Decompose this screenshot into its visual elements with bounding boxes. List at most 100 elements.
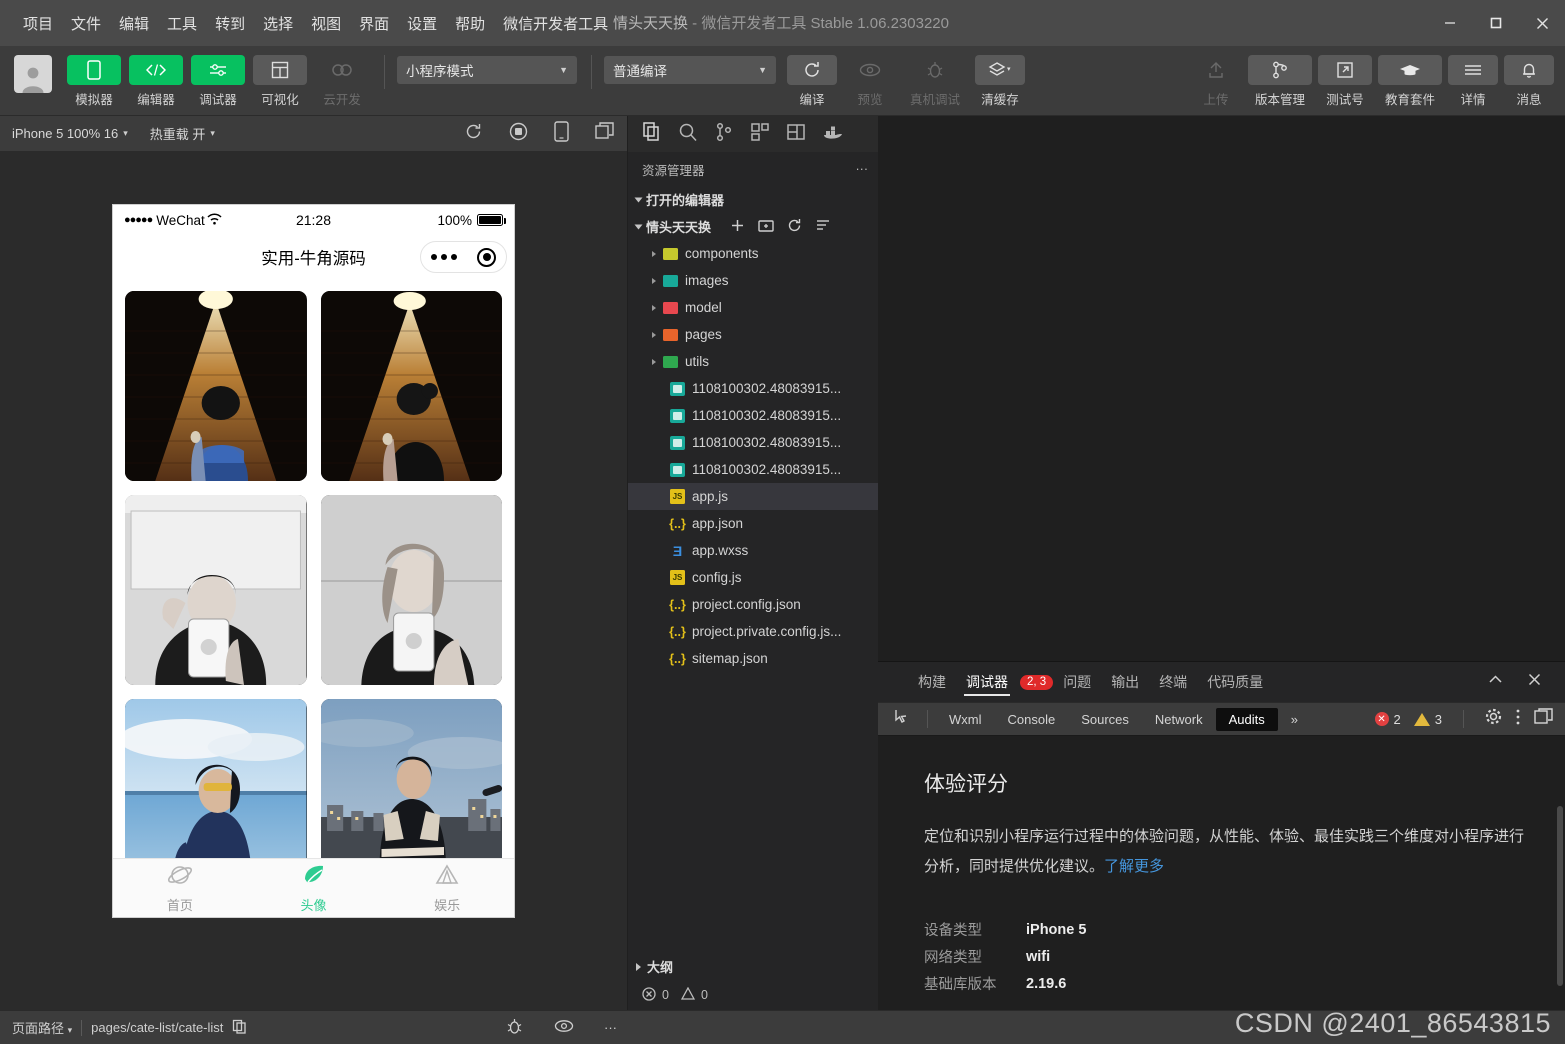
menu-item-goto[interactable]: 转到 [206, 8, 254, 39]
new-file-icon[interactable] [730, 218, 745, 236]
close-button[interactable] [1519, 0, 1565, 46]
section-open-editors[interactable]: 打开的编辑器 [628, 186, 878, 213]
toolbar-button-remote-debug[interactable]: 真机调试 [902, 55, 968, 108]
dock-side-icon[interactable] [1534, 708, 1553, 730]
avatar-card[interactable] [125, 291, 307, 481]
status-more-icon[interactable]: ··· [604, 1020, 617, 1035]
tree-file-app-js[interactable]: JS app.js [628, 483, 878, 510]
eye-status-icon[interactable] [554, 1019, 574, 1036]
toolbar-button-editor[interactable]: 编辑器 [128, 55, 184, 108]
panel-tab-terminal[interactable]: 终端 [1149, 662, 1197, 702]
new-folder-icon[interactable] [758, 218, 774, 236]
minimize-button[interactable] [1427, 0, 1473, 46]
avatar[interactable] [14, 55, 52, 93]
panel-tab-build[interactable]: 构建 [908, 662, 956, 702]
menu-item-help[interactable]: 帮助 [446, 8, 494, 39]
hotreload-select[interactable]: 热重载 开 ▾ [150, 124, 215, 143]
bug-status-icon[interactable] [505, 1017, 524, 1039]
tree-file[interactable]: {..} sitemap.json [628, 645, 878, 672]
menu-item-settings[interactable]: 设置 [398, 8, 446, 39]
menu-item-project[interactable]: 项目 [14, 8, 62, 39]
docker-icon[interactable] [822, 123, 844, 146]
tree-file[interactable]: {..} app.json [628, 510, 878, 537]
toolbar-button-compile[interactable]: 编译 [786, 55, 838, 108]
tree-folder[interactable]: images [628, 267, 878, 294]
panel-tab-output[interactable]: 输出 [1101, 662, 1149, 702]
tree-file[interactable]: 1108100302.48083915... [628, 429, 878, 456]
files-icon[interactable] [642, 121, 662, 147]
devtools-tab-audits[interactable]: Audits [1215, 707, 1278, 731]
panel-tab-debugger[interactable]: 调试器 [956, 662, 1018, 702]
menu-item-interface[interactable]: 界面 [350, 8, 398, 39]
devtools-tab-sources[interactable]: Sources [1068, 708, 1142, 731]
section-outline[interactable]: 大纲 [628, 953, 878, 980]
toolbar-button-version[interactable]: 版本管理 [1247, 55, 1313, 108]
toolbar-button-testid[interactable]: 测试号 [1317, 55, 1373, 108]
tree-file[interactable]: {..} project.private.config.js... [628, 618, 878, 645]
tree-folder[interactable]: pages [628, 321, 878, 348]
avatar-card[interactable] [125, 495, 307, 685]
toolbar-button-details[interactable]: 详情 [1447, 55, 1499, 108]
copy-path-icon[interactable] [232, 1019, 247, 1037]
device-select[interactable]: iPhone 5 100% 16 ▾ [12, 126, 128, 141]
audits-scrollbar[interactable] [1557, 806, 1563, 986]
more-vertical-icon[interactable] [1515, 708, 1521, 731]
menu-item-devtools[interactable]: 微信开发者工具 [494, 8, 617, 39]
avatar-card[interactable] [320, 291, 502, 481]
tabbar-item-entertainment[interactable]: 娱乐 [380, 859, 514, 917]
tree-file[interactable]: Ǝ app.wxss [628, 537, 878, 564]
menu-item-file[interactable]: 文件 [62, 8, 110, 39]
tree-folder[interactable]: utils [628, 348, 878, 375]
refresh-explorer-icon[interactable] [787, 218, 802, 236]
devtools-tab-console[interactable]: Console [995, 708, 1069, 731]
panel-tab-problems[interactable]: 问题 [1053, 662, 1101, 702]
devtools-overflow-button[interactable]: » [1278, 708, 1311, 731]
menu-item-select[interactable]: 选择 [254, 8, 302, 39]
section-project[interactable]: 情头天天换 [628, 213, 878, 240]
tree-file[interactable]: 1108100302.48083915... [628, 402, 878, 429]
maximize-button[interactable] [1473, 0, 1519, 46]
toolbar-button-education[interactable]: 教育套件 [1377, 55, 1443, 108]
mode-select[interactable]: 小程序模式 ▼ [397, 56, 577, 84]
more-dots-icon[interactable] [431, 254, 457, 260]
refresh-simulator-icon[interactable] [464, 122, 483, 146]
menu-item-view[interactable]: 视图 [302, 8, 350, 39]
tabbar-item-avatar[interactable]: 头像 [247, 859, 381, 917]
layout-panel-icon[interactable] [786, 122, 806, 147]
tree-file[interactable]: 1108100302.48083915... [628, 375, 878, 402]
compile-select[interactable]: 普通编译 ▼ [604, 56, 776, 84]
toolbar-button-upload[interactable]: 上传 [1189, 55, 1243, 108]
settings-gear-icon[interactable] [1485, 708, 1502, 730]
extensions-icon[interactable] [750, 122, 770, 147]
panel-tab-code-quality[interactable]: 代码质量 [1197, 662, 1273, 702]
tree-file[interactable]: JS config.js [628, 564, 878, 591]
devtools-tab-network[interactable]: Network [1142, 708, 1216, 731]
collapse-all-icon[interactable] [815, 218, 831, 236]
toolbar-button-visual[interactable]: 可视化 [252, 55, 308, 108]
close-panel-icon[interactable] [1526, 671, 1543, 693]
toolbar-button-debugger[interactable]: 调试器 [190, 55, 246, 108]
tree-folder[interactable]: components [628, 240, 878, 267]
toolbar-button-simulator[interactable]: 模拟器 [66, 55, 122, 108]
toolbar-button-preview[interactable]: 预览 [844, 55, 896, 108]
tree-file[interactable]: 1108100302.48083915... [628, 456, 878, 483]
device-rotate-icon[interactable] [554, 120, 569, 147]
toolbar-button-messages[interactable]: 消息 [1503, 55, 1555, 108]
inspect-element-icon[interactable] [886, 708, 919, 730]
toolbar-button-cloud[interactable]: 云开发 [314, 55, 370, 108]
tabbar-item-home[interactable]: 首页 [113, 859, 247, 917]
devtools-tab-wxml[interactable]: Wxml [936, 708, 995, 731]
learn-more-link[interactable]: 了解更多 [1104, 858, 1164, 875]
avatar-card[interactable] [125, 699, 307, 858]
close-mini-program-icon[interactable] [477, 247, 496, 267]
menu-item-edit[interactable]: 编辑 [110, 8, 158, 39]
detach-window-icon[interactable] [595, 122, 615, 145]
capsule-buttons[interactable] [420, 241, 507, 273]
devtools-warning-count[interactable]: 3 [1413, 712, 1442, 727]
avatar-card[interactable] [320, 699, 502, 858]
toolbar-button-clear-cache[interactable]: ▾ 清缓存 [974, 55, 1026, 108]
source-control-icon[interactable] [714, 122, 734, 147]
record-icon[interactable] [509, 122, 528, 146]
search-icon[interactable] [678, 122, 698, 147]
menu-item-tools[interactable]: 工具 [158, 8, 206, 39]
